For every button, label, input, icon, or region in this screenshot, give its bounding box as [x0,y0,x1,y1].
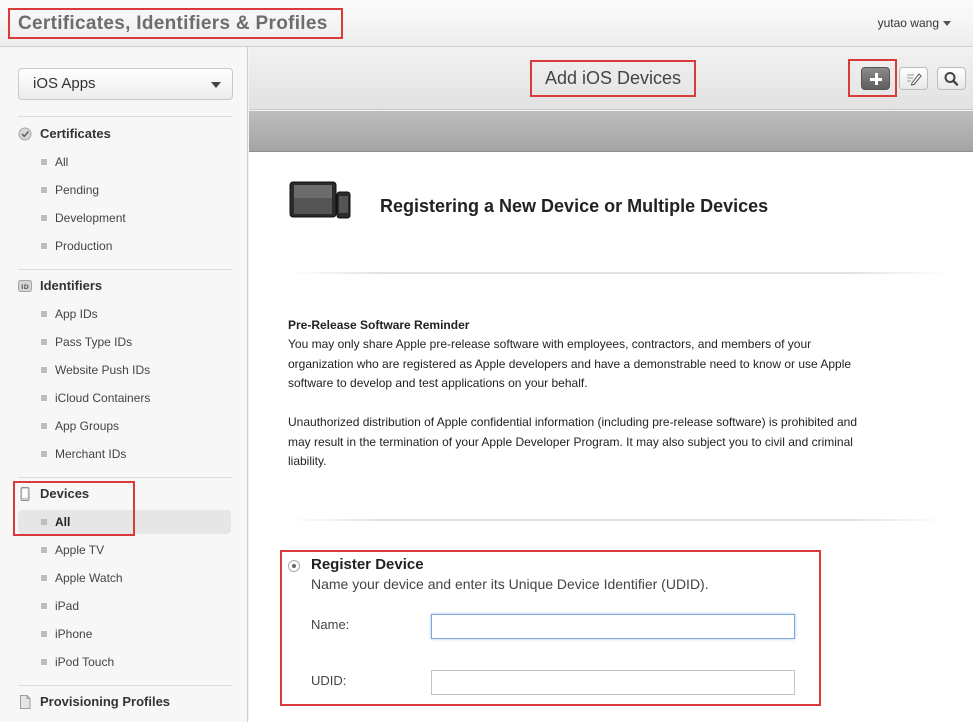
edit-button[interactable] [899,67,928,90]
main-header: Add iOS Devices [249,48,973,110]
platform-select[interactable]: iOS Apps [18,68,233,100]
sidebar-item-certificates-all[interactable]: All [18,150,231,174]
site-title[interactable]: Certificates, Identifiers & Profiles [8,8,343,39]
register-device-label[interactable]: Register Device [311,556,424,573]
sidebar-item-app-groups[interactable]: App Groups [18,414,231,438]
divider [287,519,947,521]
ipad-iphone-icon [289,181,351,219]
section-heading: Registering a New Device or Multiple Dev… [380,196,769,216]
sidebar-item-apple-watch[interactable]: Apple Watch [18,566,231,590]
pencil-icon [907,73,922,86]
user-menu[interactable]: yutao wang [878,16,951,30]
divider [18,685,232,686]
chevron-down-icon [943,21,951,27]
register-device-radio[interactable] [288,560,300,572]
divider [18,269,232,270]
document-icon [20,695,31,709]
sidebar-item-merchant-ids[interactable]: Merchant IDs [18,442,231,466]
sidebar-item-production[interactable]: Production [18,234,231,258]
sidebar-item-icloud-containers[interactable]: iCloud Containers [18,386,231,410]
sidebar: iOS Apps Certificates All Pending Develo… [0,47,248,722]
udid-input[interactable] [431,670,795,695]
certificate-icon [18,127,32,141]
register-device-description: Name your device and enter its Unique De… [311,576,709,592]
search-button[interactable] [937,67,966,90]
svg-text:ID: ID [21,283,29,291]
platform-select-value: iOS Apps [33,75,96,92]
udid-label: UDID: [311,673,347,688]
chevron-down-icon [211,82,221,88]
highlight-box [13,481,135,536]
divider [18,477,232,478]
notice-title: Pre-Release Software Reminder [288,318,470,332]
id-badge-icon: ID [18,280,32,292]
divider [287,272,947,274]
page-title: Add iOS Devices [530,60,696,97]
sidebar-item-website-push-ids[interactable]: Website Push IDs [18,358,231,382]
sidebar-item-ipad[interactable]: iPad [18,594,231,618]
sidebar-item-ipod-touch[interactable]: iPod Touch [18,650,231,674]
name-label: Name: [311,617,350,632]
notice-paragraph-2: Unauthorized distribution of Apple confi… [288,415,857,468]
section-label: Certificates [40,126,111,141]
notice-paragraph-1: You may only share Apple pre-release sof… [288,337,852,390]
sidebar-item-pending[interactable]: Pending [18,178,231,202]
sidebar-item-iphone[interactable]: iPhone [18,622,231,646]
device-name-input[interactable] [431,614,795,639]
sub-toolbar [249,111,973,152]
magnifier-icon [944,72,959,86]
user-name: yutao wang [877,16,939,30]
divider [18,116,232,117]
section-label: Provisioning Profiles [40,694,171,709]
sidebar-item-pass-type-ids[interactable]: Pass Type IDs [18,330,231,354]
section-label: Identifiers [40,278,103,293]
main-content: Registering a New Device or Multiple Dev… [249,152,973,722]
sidebar-item-development[interactable]: Development [18,206,231,230]
sidebar-item-app-ids[interactable]: App IDs [18,302,231,326]
top-bar: Certificates, Identifiers & Profiles yut… [0,0,973,47]
highlight-box [848,59,897,97]
sidebar-item-apple-tv[interactable]: Apple TV [18,538,231,562]
